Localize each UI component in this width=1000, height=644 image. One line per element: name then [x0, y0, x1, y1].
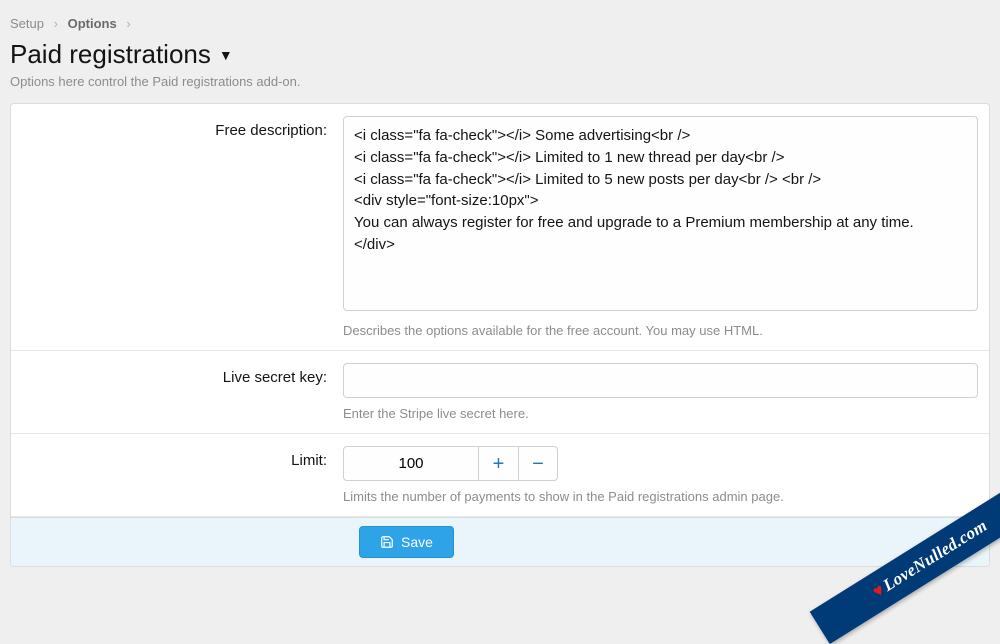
save-button[interactable]: Save [359, 526, 454, 558]
caret-down-icon: ▼ [219, 47, 233, 63]
limit-increment-button[interactable]: + [478, 446, 518, 481]
chevron-right-icon: › [126, 16, 130, 31]
label-live-secret: Live secret key: [11, 351, 343, 433]
limit-input[interactable] [343, 446, 478, 481]
input-area-live-secret: Enter the Stripe live secret here. [343, 351, 992, 433]
row-limit: Limit: + − Limits the number of payments… [11, 434, 989, 517]
breadcrumb-options[interactable]: Options [68, 16, 117, 31]
form-panel: Free description: Describes the options … [10, 103, 990, 567]
page-subtitle: Options here control the Paid registrati… [0, 74, 1000, 103]
save-icon [380, 535, 394, 549]
breadcrumb: Setup › Options › [0, 0, 1000, 39]
row-free-description: Free description: Describes the options … [11, 104, 989, 351]
input-area-free-description: Describes the options available for the … [343, 104, 992, 350]
footer-bar: Save [11, 517, 989, 566]
label-limit: Limit: [11, 434, 343, 516]
row-live-secret: Live secret key: Enter the Stripe live s… [11, 351, 989, 434]
page-title[interactable]: Paid registrations ▼ [0, 39, 1000, 74]
free-description-textarea[interactable] [343, 116, 978, 311]
input-area-limit: + − Limits the number of payments to sho… [343, 434, 989, 516]
hint-limit: Limits the number of payments to show in… [343, 489, 975, 504]
chevron-right-icon: › [54, 16, 58, 31]
breadcrumb-setup[interactable]: Setup [10, 16, 44, 31]
hint-free-description: Describes the options available for the … [343, 323, 978, 338]
limit-decrement-button[interactable]: − [518, 446, 558, 481]
save-button-label: Save [401, 534, 433, 550]
label-free-description: Free description: [11, 104, 343, 350]
page-title-text: Paid registrations [10, 39, 211, 70]
live-secret-input[interactable] [343, 363, 978, 398]
hint-live-secret: Enter the Stripe live secret here. [343, 406, 978, 421]
limit-stepper: + − [343, 446, 975, 481]
